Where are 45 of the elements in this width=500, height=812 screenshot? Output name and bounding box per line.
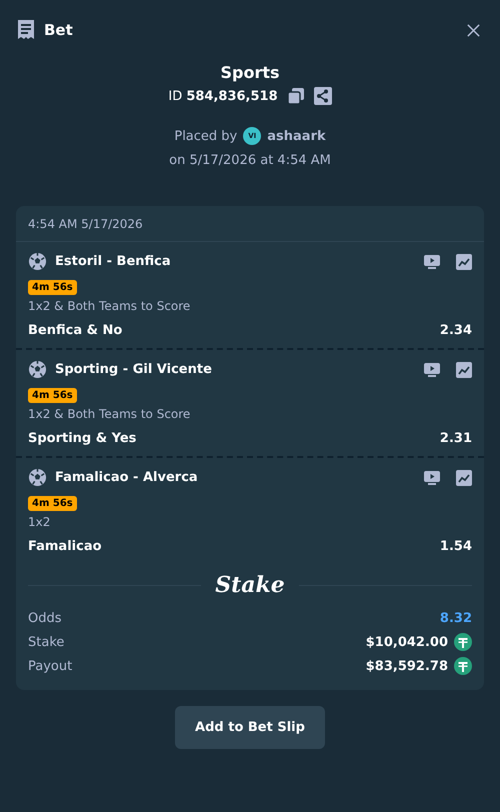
bet-category: Sports	[220, 63, 280, 82]
soccer-ball-icon	[28, 468, 47, 487]
match-name[interactable]: Famalicao - Alverca	[55, 470, 198, 485]
username[interactable]: ashaark	[267, 128, 326, 144]
total-value: 8.32	[440, 610, 472, 626]
stats-icon[interactable]	[456, 254, 472, 270]
selection-odds: 2.31	[440, 431, 472, 446]
selection-name: Sporting & Yes	[28, 431, 136, 446]
selection-odds: 2.34	[440, 323, 472, 338]
live-timer-badge: 4m 56s	[28, 280, 77, 295]
close-icon[interactable]	[466, 22, 481, 38]
soccer-ball-icon	[28, 360, 47, 379]
bet-id: ID 584,836,518	[168, 88, 278, 104]
soccer-ball-icon	[28, 252, 47, 271]
tv-icon[interactable]	[424, 254, 440, 270]
market-name: 1x2 & Both Teams to Score	[28, 407, 192, 421]
market-name: 1x2	[28, 515, 52, 529]
tv-icon[interactable]	[424, 470, 440, 486]
tether-coin-icon	[454, 657, 472, 675]
match-name[interactable]: Estoril - Benfica	[55, 254, 171, 269]
share-icon[interactable]	[314, 87, 332, 105]
selection-odds: 1.54	[440, 539, 472, 554]
dialog-title: Bet	[44, 21, 73, 39]
add-to-bet-slip-button[interactable]: Add to Bet Slip	[175, 706, 325, 749]
receipt-icon	[16, 19, 36, 41]
copy-icon[interactable]	[286, 87, 305, 105]
total-label: Stake	[28, 634, 66, 650]
placed-date: on 5/17/2026 at 4:54 AM	[169, 153, 331, 168]
tv-icon[interactable]	[424, 362, 440, 378]
selection-name: Benfica & No	[28, 323, 122, 338]
bet-timestamp: 4:54 AM 5/17/2026	[16, 206, 484, 242]
total-label: Payout	[28, 658, 74, 674]
stats-icon[interactable]	[456, 470, 472, 486]
stats-icon[interactable]	[456, 362, 472, 378]
live-timer-badge: 4m 56s	[28, 496, 77, 511]
total-label: Odds	[28, 610, 63, 626]
market-name: 1x2 & Both Teams to Score	[28, 299, 192, 313]
tether-coin-icon	[454, 633, 472, 651]
live-timer-badge: 4m 56s	[28, 388, 77, 403]
total-value: $10,042.00	[366, 634, 448, 650]
match-name[interactable]: Sporting - Gil Vicente	[55, 362, 212, 377]
total-value: $83,592.78	[366, 658, 448, 674]
placed-by-label: Placed by	[174, 128, 238, 144]
brand-logo: Stake	[215, 572, 285, 598]
selection-name: Famalicao	[28, 539, 102, 554]
